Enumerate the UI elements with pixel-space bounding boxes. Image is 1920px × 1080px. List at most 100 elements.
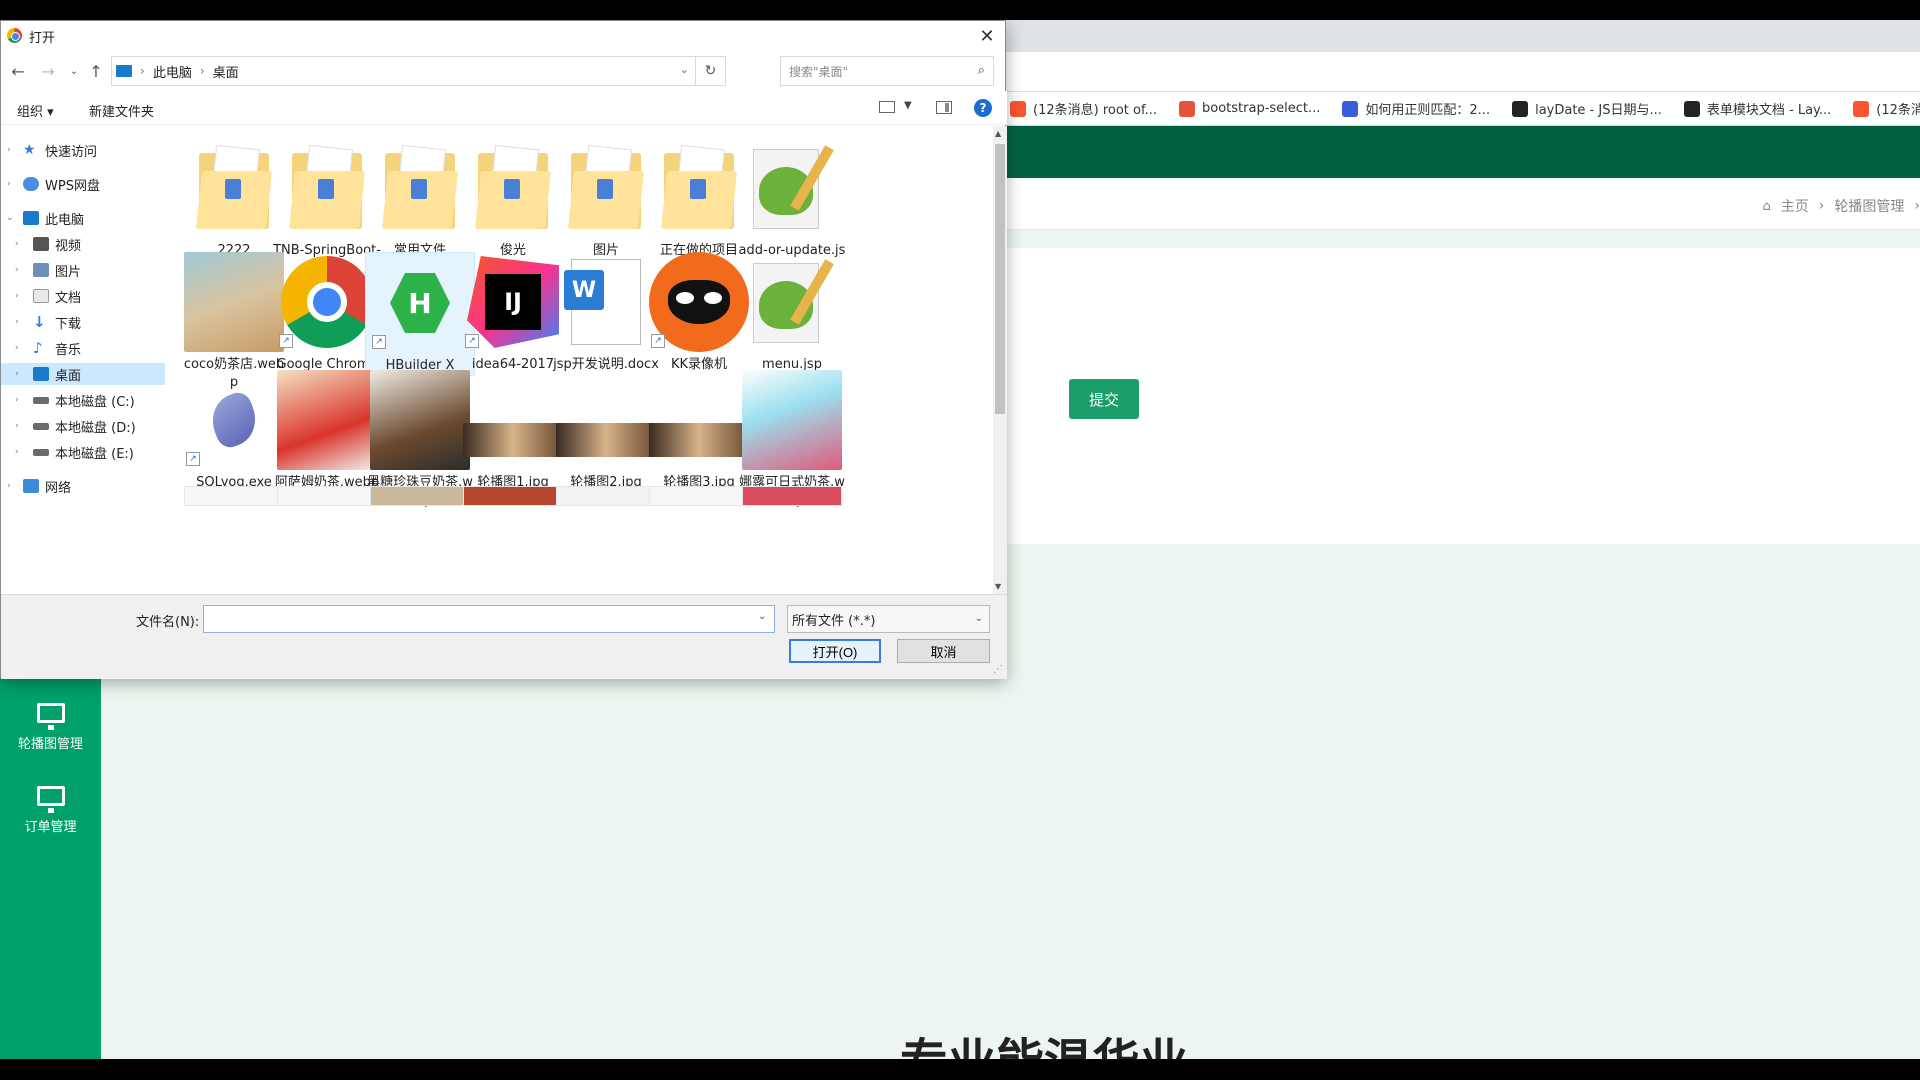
tree-item-label: 视频 [55, 238, 82, 254]
bookmark-item[interactable]: 表单模块文档 - Lay... [1683, 99, 1831, 118]
chevron-right-icon[interactable]: › [15, 447, 19, 457]
tree-item-desktop[interactable]: › 桌面 [1, 363, 165, 385]
path-segment[interactable]: 桌面 [213, 62, 239, 81]
chevron-right-icon[interactable]: › [15, 265, 19, 275]
view-options-icon[interactable] [879, 101, 895, 113]
chevron-right-icon[interactable]: › [7, 179, 11, 189]
image-thumbnail-part [463, 423, 563, 457]
navigation-pane: › ★ 快速访问 › WPS网盘 ⌄ 此电脑 › 视频 › 图片 › 文档 › … [1, 126, 165, 594]
image-thumbnail-part [277, 370, 377, 470]
close-icon: ✕ [979, 25, 995, 47]
tree-item-pictures[interactable]: › 图片 [1, 259, 165, 281]
chevron-right-icon[interactable]: › [15, 239, 19, 249]
preview-pane-icon[interactable] [936, 101, 952, 114]
bookmark-item[interactable]: bootstrap-select... [1179, 100, 1320, 117]
dialog-toolbar: 组织 ▾ 新建文件夹 ▼ ? [1, 91, 1007, 125]
refresh-button[interactable]: ↻ [695, 57, 725, 85]
sidebar-item-orders[interactable]: 订单管理 [0, 786, 101, 835]
hbuilder-icon-part: H [390, 273, 450, 333]
up-button[interactable]: ↑ [85, 61, 107, 81]
tree-item-this-pc[interactable]: ⌄ 此电脑 [1, 207, 165, 229]
close-button[interactable]: ✕ [967, 21, 1007, 51]
tree-item-quick-access[interactable]: › ★ 快速访问 [1, 139, 165, 161]
back-button[interactable]: ← [7, 61, 29, 81]
tree-item-label: 此电脑 [45, 212, 85, 228]
open-button[interactable]: 打开(O) [789, 639, 881, 663]
tree-item-documents[interactable]: › 文档 [1, 285, 165, 307]
tree-item-network[interactable]: › 网络 [1, 475, 165, 497]
monitor-icon [36, 703, 65, 730]
chevron-right-icon[interactable]: › [15, 343, 19, 353]
file-item-partial[interactable] [184, 486, 284, 506]
tree-item-drive-d[interactable]: › 本地磁盘 (D:) [1, 415, 165, 437]
tree-item-drive-c[interactable]: › 本地磁盘 (C:) [1, 389, 165, 411]
file-type-select[interactable]: 所有文件 (*.*) ⌄ [787, 605, 990, 633]
chevron-right-icon[interactable]: › [15, 317, 19, 327]
tree-item-label: 下载 [55, 316, 82, 332]
csdn-icon [1853, 100, 1870, 117]
resize-grip-icon[interactable]: ⋰ [993, 664, 1003, 675]
file-item-partial[interactable] [463, 486, 563, 506]
forward-button[interactable]: → [37, 61, 59, 81]
chevron-right-icon[interactable]: › [15, 369, 19, 379]
bookmark-item[interactable]: (12条消息) root of... [1010, 99, 1157, 118]
open-file-dialog: 打开 ✕ ← → ⌄ ↑ › 此电脑 › 桌面 ⌄ ↻ 搜索"桌面" ⌕ 组织 … [0, 20, 1007, 679]
address-bar[interactable]: › 此电脑 › 桌面 ⌄ ↻ [111, 56, 726, 86]
scroll-down-icon[interactable]: ▼ [995, 582, 1001, 591]
path-segment[interactable]: 此电脑 [153, 62, 192, 81]
file-item-partial[interactable] [556, 486, 656, 506]
folder-icon-part [225, 179, 241, 199]
chevron-down-icon[interactable]: ⌄ [758, 611, 766, 622]
tree-item-music[interactable]: › ♪ 音乐 [1, 337, 165, 359]
scroll-thumb[interactable] [995, 144, 1005, 414]
search-input[interactable]: 搜索"桌面" ⌕ [780, 56, 994, 86]
organize-button[interactable]: 组织 ▾ [17, 101, 54, 120]
folder-icon [184, 138, 284, 238]
recent-locations-button[interactable]: ⌄ [63, 61, 85, 81]
chrome-icon-part [307, 282, 347, 322]
tree-item-videos[interactable]: › 视频 [1, 233, 165, 255]
chevron-right-icon[interactable]: › [7, 145, 11, 155]
bookmark-item[interactable]: layDate - JS日期与... [1512, 99, 1662, 118]
scroll-up-icon[interactable]: ▲ [995, 129, 1001, 138]
folder-icon-part [660, 144, 738, 229]
vertical-scrollbar[interactable]: ▲ ▼ [993, 126, 1007, 594]
chevron-right-icon[interactable]: › [15, 291, 19, 301]
file-item-partial[interactable] [370, 486, 470, 506]
chevron-down-icon[interactable]: ⌄ [680, 63, 689, 76]
tree-item-wps-cloud[interactable]: › WPS网盘 [1, 173, 165, 195]
submit-button[interactable]: 提交 [1069, 379, 1139, 419]
page-heading: 专业能温华业 [900, 1022, 1188, 1060]
music-icon: ♪ [33, 339, 43, 357]
bookmark-label: (12条消息) root of... [1033, 103, 1157, 118]
tree-item-downloads[interactable]: › ↓ 下载 [1, 311, 165, 333]
file-item[interactable]: menu.jsp [737, 252, 847, 374]
filename-input[interactable] [203, 605, 775, 633]
intellij-idea-icon-part: IJ [467, 256, 559, 348]
breadcrumb-home[interactable]: 主页 [1781, 196, 1809, 216]
arrow-up-icon: ↑ [89, 61, 103, 81]
help-icon[interactable]: ? [974, 99, 992, 117]
tree-item-label: 桌面 [55, 368, 82, 384]
chrome-icon-part [281, 256, 373, 348]
file-item-partial[interactable] [742, 486, 842, 506]
bookmark-item[interactable]: (12条消息) 关 [1853, 99, 1920, 118]
file-item-partial[interactable] [649, 486, 749, 506]
intellij-idea-icon: IJ ↗ [463, 252, 563, 352]
cancel-button[interactable]: 取消 [897, 639, 990, 663]
chevron-right-icon[interactable]: › [7, 481, 11, 491]
dialog-navbar: ← → ⌄ ↑ › 此电脑 › 桌面 ⌄ ↻ 搜索"桌面" ⌕ [1, 51, 1007, 91]
chevron-down-icon[interactable]: ⌄ [6, 213, 14, 223]
tree-item-drive-e[interactable]: › 本地磁盘 (E:) [1, 441, 165, 463]
chevron-right-icon[interactable]: › [15, 395, 19, 405]
sidebar-item-carousel[interactable]: 轮播图管理 [0, 703, 101, 752]
word-document-icon-part: W [564, 270, 604, 310]
chevron-right-icon[interactable]: › [15, 421, 19, 431]
bookmark-item[interactable]: 如何用正则匹配：2... [1342, 99, 1490, 118]
tree-item-label: 本地磁盘 (E:) [55, 446, 134, 462]
image-thumbnail-part [556, 423, 656, 457]
new-folder-button[interactable]: 新建文件夹 [89, 101, 154, 120]
breadcrumb-current[interactable]: 轮播图管理 [1834, 196, 1904, 216]
file-item-partial[interactable] [277, 486, 377, 506]
chevron-down-icon[interactable]: ▼ [904, 100, 912, 111]
